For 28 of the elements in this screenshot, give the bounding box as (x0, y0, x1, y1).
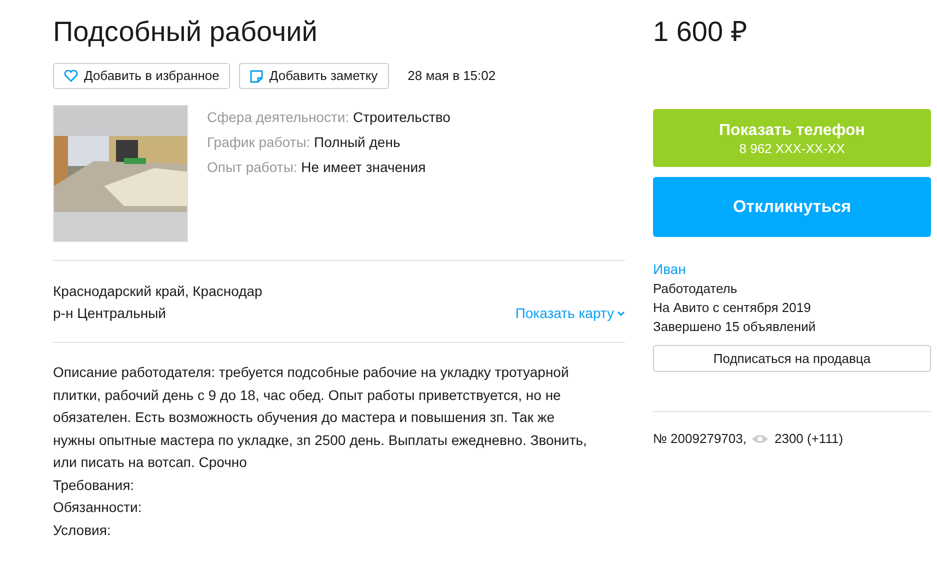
description-text: Обязанности: (53, 498, 143, 517)
seller-info: На Авито с сентября 2019 (653, 299, 811, 317)
eye-icon (752, 434, 768, 444)
note-icon (250, 70, 264, 82)
respond-button[interactable]: Откликнуться (653, 177, 931, 237)
subscribe-button[interactable]: Подписаться на продавца (653, 345, 931, 372)
description-text: Условия: (53, 520, 112, 540)
address-line: р-н Центральный (53, 304, 166, 323)
param-row: Сфера деятельности: Строительство (207, 108, 450, 127)
publish-date: 28 мая в 15:02 (408, 67, 496, 86)
seller-info: Завершено 15 объявлений (653, 318, 816, 336)
ad-number: № 2009279703, (653, 430, 746, 448)
chevron-down-icon (617, 310, 625, 316)
param-row: Опыт работы: Не имеет значения (207, 158, 426, 177)
address-line: Краснодарский край, Краснодар (53, 282, 262, 301)
description-text: Требования: (53, 476, 136, 495)
description-text: Описание работодателя: требуется подсобные рабочие на укладку тротуарной плитки, рабочий день с 9 до 18, час обед. Опыт работы приветствуется, но не обязателен. Есть возможность обучения до мастера и повышения зп. Так же нужны опытные мастера по укладке, зп 2500 день. Выплаты ежедневно. Звонить, или писать на вотсап. Срочно (53, 363, 588, 472)
price: 1 600 ₽ (653, 15, 747, 49)
show-map-link[interactable]: Показать карту (515, 302, 625, 324)
seller-name-link[interactable]: Иван (653, 260, 686, 279)
add-note-button[interactable]: Добавить заметку (239, 63, 389, 89)
ad-title: Подсобный рабочий (53, 15, 318, 49)
seller-info: Работодатель (653, 280, 738, 298)
add-favorite-button[interactable]: Добавить в избранное (53, 63, 230, 89)
param-row: График работы: Полный день (207, 133, 400, 152)
show-phone-button[interactable]: Показать телефон 8 962 XXX-XX-XX (653, 109, 931, 167)
heart-icon (64, 70, 78, 82)
view-count: 2300 (+111) (774, 430, 844, 448)
